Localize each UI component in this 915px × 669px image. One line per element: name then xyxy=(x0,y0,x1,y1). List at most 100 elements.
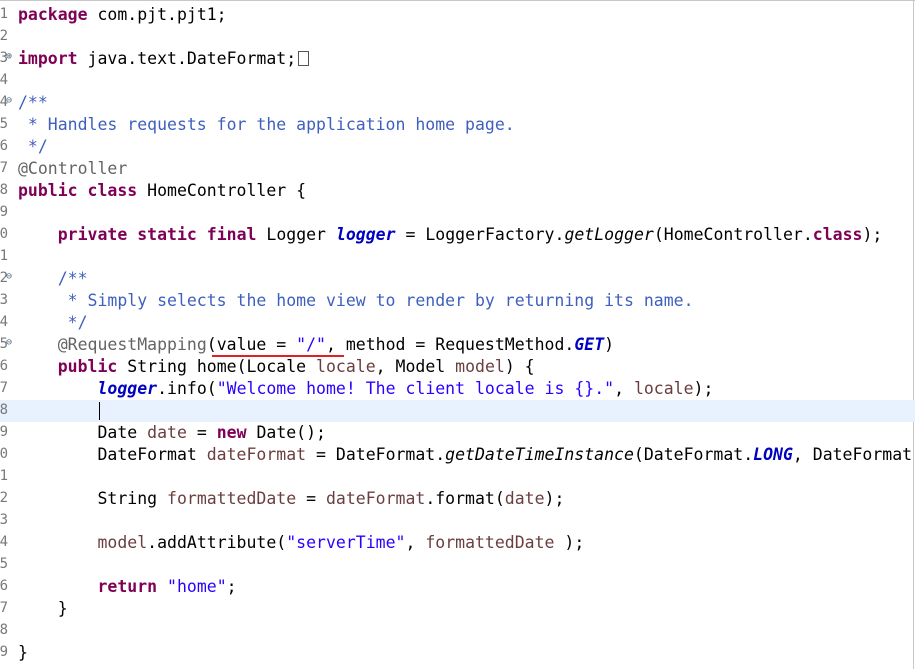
code-token: Date xyxy=(18,423,148,442)
code-line[interactable]: 22⊖ /** xyxy=(0,268,915,290)
line-number: 1 xyxy=(0,6,8,22)
code-text[interactable]: import java.text.DateFormat; xyxy=(18,48,310,70)
code-text[interactable]: model.addAttribute("serverTime", formatt… xyxy=(18,532,584,554)
code-text[interactable]: String formattedDate = dateFormat.format… xyxy=(18,488,564,510)
line-number: 38 xyxy=(0,622,8,638)
code-line[interactable]: 24 */ xyxy=(0,312,915,334)
collapse-fold-icon[interactable]: ⊖ xyxy=(6,337,12,348)
line-number: 32 xyxy=(0,490,8,506)
code-line[interactable]: 4 xyxy=(0,70,915,92)
code-token: @RequestMapping xyxy=(57,335,207,354)
code-text[interactable]: package com.pjt.pjt1; xyxy=(18,4,227,26)
code-token: String xyxy=(18,489,168,508)
code-token: model xyxy=(97,533,148,552)
code-token: import xyxy=(18,49,78,68)
code-token: /** xyxy=(18,93,48,112)
expand-fold-icon[interactable]: ⊕ xyxy=(6,51,12,62)
line-number: 36 xyxy=(0,578,8,594)
collapse-fold-icon[interactable]: ⊖ xyxy=(6,95,12,106)
code-line[interactable]: 29 Date date = new Date(); xyxy=(0,422,915,444)
code-line[interactable]: 37 } xyxy=(0,598,915,620)
code-text[interactable]: return "home"; xyxy=(18,576,236,598)
code-text[interactable]: logger.info("Welcome home! The client lo… xyxy=(18,378,713,400)
line-number: 17 xyxy=(0,160,8,176)
line-number: 34 xyxy=(0,534,8,550)
code-token: date xyxy=(504,489,545,508)
code-token: ); xyxy=(693,379,714,398)
code-token: java.text.DateFormat; xyxy=(77,49,297,68)
code-token: ) { xyxy=(504,357,535,376)
code-line[interactable]: 16 */ xyxy=(0,136,915,158)
code-line[interactable]: 28 xyxy=(0,400,915,422)
code-token: "serverTime" xyxy=(286,533,406,552)
code-token: (value = xyxy=(206,335,297,354)
code-token: class xyxy=(87,181,138,200)
code-line[interactable]: 21 xyxy=(0,246,915,268)
code-line[interactable]: 39} xyxy=(0,642,915,664)
code-line[interactable]: 38 xyxy=(0,620,915,642)
code-text[interactable]: @RequestMapping(value = "/", method = Re… xyxy=(18,334,614,356)
code-token: dateFormat xyxy=(325,489,426,508)
code-text[interactable]: /** xyxy=(18,268,88,290)
code-line[interactable]: 15 * Handles requests for the applicatio… xyxy=(0,114,915,136)
code-token: */ xyxy=(18,137,48,156)
code-text[interactable]: public String home(Locale locale, Model … xyxy=(18,356,535,378)
code-line[interactable]: 17 @Controller xyxy=(0,158,915,180)
code-token: (HomeController. xyxy=(653,225,813,244)
code-line[interactable]: 18 public class HomeController { xyxy=(0,180,915,202)
code-line[interactable]: 25⊖ @RequestMapping(value = "/", method … xyxy=(0,334,915,356)
code-token: * Simply selects the home view to render… xyxy=(18,291,694,310)
code-line[interactable]: 2 xyxy=(0,26,915,48)
code-text[interactable]: Date date = new Date(); xyxy=(18,422,326,444)
code-line[interactable]: 30 DateFormat dateFormat = DateFormat.ge… xyxy=(0,444,915,466)
code-token: getDateTimeInstance xyxy=(445,445,634,464)
code-token: , Model xyxy=(375,357,456,376)
code-token: package xyxy=(18,5,88,24)
line-number: 4 xyxy=(0,72,8,88)
code-text[interactable]: DateFormat dateFormat = DateFormat.getDa… xyxy=(18,444,912,466)
code-text[interactable]: private static final Logger logger = Log… xyxy=(18,224,883,246)
code-token: return xyxy=(97,577,158,596)
code-text[interactable]: /** xyxy=(18,92,48,114)
code-token: model xyxy=(455,357,505,376)
line-number: 16 xyxy=(0,138,8,154)
code-line[interactable]: 20 private static final Logger logger = … xyxy=(0,224,915,246)
code-line[interactable]: 35 xyxy=(0,554,915,576)
code-line[interactable]: 33 xyxy=(0,510,915,532)
collapse-fold-icon[interactable]: ⊖ xyxy=(6,271,12,282)
code-token: , method = RequestMethod. xyxy=(325,335,575,354)
code-text[interactable]: */ xyxy=(18,312,88,334)
code-token: /** xyxy=(18,269,88,288)
code-text[interactable]: * Handles requests for the application h… xyxy=(18,114,515,136)
code-token: getLogger xyxy=(564,225,654,244)
code-line[interactable]: 19 xyxy=(0,202,915,224)
code-line[interactable]: 23 * Simply selects the home view to ren… xyxy=(0,290,915,312)
code-line[interactable]: 31 xyxy=(0,466,915,488)
code-token: date xyxy=(147,423,187,442)
code-line[interactable]: 14⊖/** xyxy=(0,92,915,114)
code-line[interactable]: 27 logger.info("Welcome home! The client… xyxy=(0,378,915,400)
collapsed-imports-marker-icon[interactable] xyxy=(298,51,310,66)
code-line[interactable]: 34 model.addAttribute("serverTime", form… xyxy=(0,532,915,554)
code-text[interactable]: @Controller xyxy=(18,158,127,180)
code-token: LONG xyxy=(753,445,793,464)
code-text[interactable]: * Simply selects the home view to render… xyxy=(18,290,694,312)
code-text[interactable]: */ xyxy=(18,136,48,158)
code-editor[interactable]: 1 package com.pjt.pjt1; 2 3 ⊕ import java.tex… xyxy=(0,0,915,669)
code-line[interactable]: 26 public String home(Locale locale, Mod… xyxy=(0,356,915,378)
code-line[interactable]: 36 return "home"; xyxy=(0,576,915,598)
code-text[interactable]: } xyxy=(18,642,28,664)
code-token: , xyxy=(405,533,426,552)
code-token: } xyxy=(18,599,68,618)
code-line[interactable]: 32 String formattedDate = dateFormat.for… xyxy=(0,488,915,510)
code-line[interactable]: 3 ⊕ import java.text.DateFormat; xyxy=(0,48,915,70)
code-text[interactable]: } xyxy=(18,598,68,620)
code-token: dateFormat xyxy=(206,445,307,464)
code-line[interactable]: 1 package com.pjt.pjt1; xyxy=(0,4,915,26)
code-text[interactable]: public class HomeController { xyxy=(18,180,306,202)
